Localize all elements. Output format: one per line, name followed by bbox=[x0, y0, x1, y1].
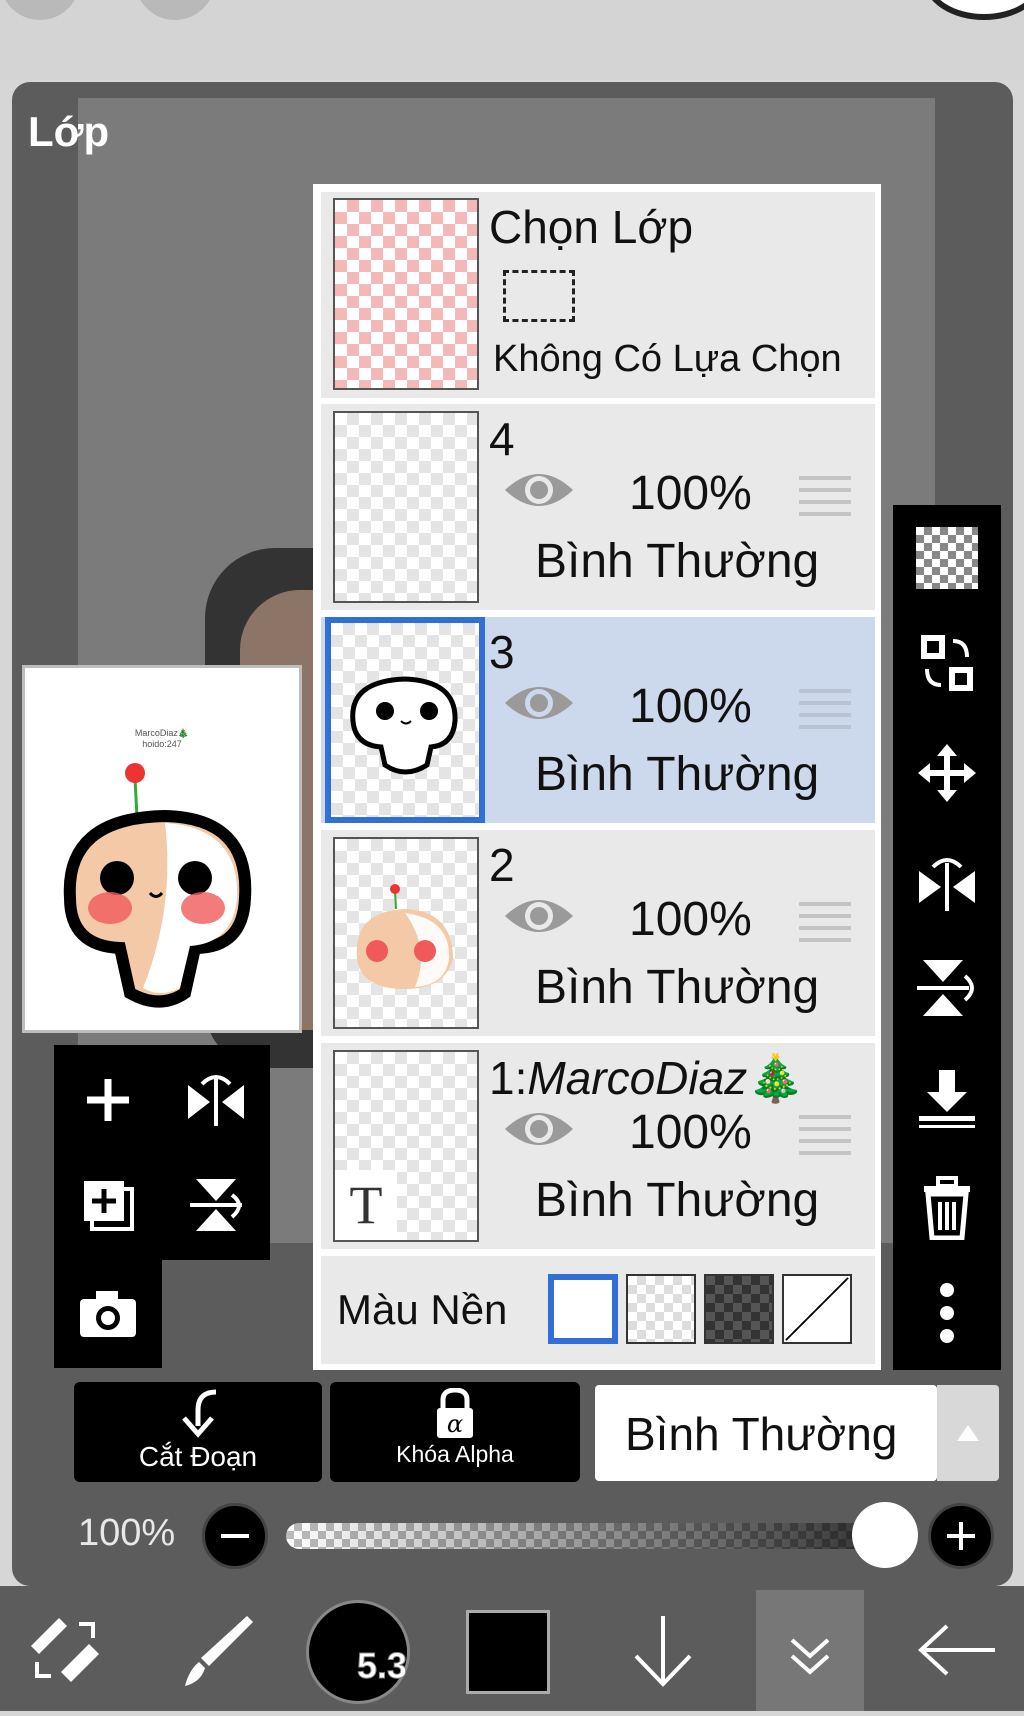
plus-icon bbox=[947, 1522, 975, 1550]
alpha-lock-button[interactable]: α Khóa Alpha bbox=[330, 1382, 580, 1482]
visibility-eye-icon[interactable] bbox=[503, 892, 575, 940]
selection-layer-row[interactable]: Chọn Lớp Không Có Lựa Chọn bbox=[321, 192, 875, 398]
layer-thumbnail: T bbox=[333, 1050, 479, 1242]
layer-3-artwork bbox=[350, 676, 458, 775]
layer-thumbnail bbox=[325, 617, 485, 823]
visibility-eye-icon[interactable] bbox=[503, 466, 575, 514]
flip-horizontal-icon[interactable] bbox=[162, 1050, 270, 1150]
visibility-eye-icon[interactable] bbox=[503, 1105, 575, 1153]
bg-transparent-swatch[interactable] bbox=[626, 1274, 696, 1344]
preview-text-name: MarcoDiaz🎄 bbox=[134, 728, 190, 738]
camera-icon[interactable] bbox=[54, 1264, 162, 1364]
drag-handle-icon[interactable] bbox=[799, 472, 851, 516]
layer-thumbnail bbox=[333, 411, 479, 603]
bg-none-swatch[interactable] bbox=[782, 1274, 852, 1344]
layer-name-prefix: 1: bbox=[489, 1052, 528, 1104]
swap-layer-icon[interactable] bbox=[893, 615, 1001, 711]
double-chevron-down-icon bbox=[790, 1638, 830, 1675]
background-color-row: Màu Nền bbox=[321, 1256, 875, 1364]
layer-row-selected[interactable]: 3 100% Bình Thường bbox=[321, 617, 875, 823]
arrow-down-icon[interactable] bbox=[608, 1600, 718, 1700]
trash-icon[interactable] bbox=[893, 1160, 1001, 1256]
duplicate-layer-icon[interactable] bbox=[54, 1155, 162, 1255]
clipping-button[interactable]: Cắt Đoạn bbox=[74, 1382, 322, 1482]
transparency-checker-icon[interactable] bbox=[893, 510, 1001, 606]
layer-thumbnail bbox=[333, 837, 479, 1029]
color-swatch-button[interactable] bbox=[466, 1610, 550, 1694]
selection-title: Chọn Lớp bbox=[489, 201, 694, 253]
layer-row[interactable]: 2 100% Bình Thường bbox=[321, 830, 875, 1036]
add-layer-icon[interactable] bbox=[54, 1050, 162, 1150]
blend-mode-select[interactable]: Bình Thường bbox=[595, 1385, 937, 1481]
preview-artwork bbox=[63, 763, 252, 1008]
layer-name-emoji: 🎄 bbox=[747, 1052, 805, 1104]
opacity-slider-thumb[interactable] bbox=[852, 1502, 918, 1568]
move-icon[interactable] bbox=[893, 725, 1001, 821]
alpha-lock-label: Khóa Alpha bbox=[396, 1441, 514, 1467]
drag-handle-icon[interactable] bbox=[799, 898, 851, 942]
clipping-label: Cắt Đoạn bbox=[138, 1441, 258, 1472]
selection-marquee-icon bbox=[503, 270, 575, 322]
merge-down-icon[interactable] bbox=[893, 1050, 1001, 1146]
layers-button-active[interactable] bbox=[756, 1590, 864, 1711]
drag-handle-icon[interactable] bbox=[799, 685, 851, 729]
tool-swap-icon[interactable] bbox=[10, 1600, 120, 1700]
layer-name: 2 bbox=[489, 839, 515, 891]
layer-opacity: 100% bbox=[629, 467, 752, 520]
layer-name: 1:MarcoDiaz🎄 bbox=[489, 1051, 804, 1106]
panel-title: Lớp bbox=[28, 108, 110, 155]
layer-name: 4 bbox=[489, 413, 515, 465]
opacity-slider-track[interactable] bbox=[286, 1523, 918, 1549]
brush-size-value: 5.3 bbox=[356, 1645, 407, 1687]
canvas-preview[interactable]: MarcoDiaz🎄 hoido:247 bbox=[22, 665, 302, 1033]
flip-vertical-icon[interactable] bbox=[162, 1155, 270, 1255]
text-layer-icon: T bbox=[335, 1170, 397, 1240]
visibility-eye-icon[interactable] bbox=[503, 679, 575, 727]
bg-white-swatch[interactable] bbox=[548, 1274, 618, 1344]
svg-text:α: α bbox=[447, 1410, 463, 1438]
minus-icon bbox=[221, 1534, 249, 1538]
brush-icon[interactable] bbox=[160, 1600, 270, 1700]
back-arrow-icon[interactable] bbox=[902, 1600, 1012, 1700]
layer-blend-mode: Bình Thường bbox=[535, 748, 820, 801]
blend-mode-value: Bình Thường bbox=[625, 1408, 898, 1460]
layer-name: 3 bbox=[489, 626, 515, 678]
caret-up-icon bbox=[957, 1425, 979, 1441]
selection-status: Không Có Lựa Chọn bbox=[493, 338, 842, 380]
opacity-increase-button[interactable] bbox=[928, 1503, 994, 1569]
layer-opacity: 100% bbox=[629, 1106, 752, 1159]
layer-opacity: 100% bbox=[629, 893, 752, 946]
drag-handle-icon[interactable] bbox=[799, 1111, 851, 1155]
bg-dark-swatch[interactable] bbox=[704, 1274, 774, 1344]
selection-thumbnail bbox=[333, 198, 479, 390]
brush-size-button[interactable]: 5.3 bbox=[306, 1600, 410, 1704]
opacity-decrease-button[interactable] bbox=[202, 1503, 268, 1569]
layer-name-italic: MarcoDiaz bbox=[527, 1052, 748, 1104]
layer-2-artwork bbox=[356, 884, 453, 989]
layer-blend-mode: Bình Thường bbox=[535, 961, 820, 1014]
layer-row[interactable]: 4 100% Bình Thường bbox=[321, 404, 875, 610]
blend-mode-dropdown-button[interactable] bbox=[937, 1385, 999, 1481]
flip-horizontal-icon[interactable] bbox=[893, 835, 1001, 931]
alpha-lock-icon: α bbox=[437, 1387, 473, 1438]
layer-blend-mode: Bình Thường bbox=[535, 535, 820, 588]
layer-opacity: 100% bbox=[629, 680, 752, 733]
more-options-icon[interactable] bbox=[893, 1265, 1001, 1361]
opacity-label: 100% bbox=[78, 1512, 176, 1554]
layer-blend-mode: Bình Thường bbox=[535, 1174, 820, 1227]
flip-vertical-icon[interactable] bbox=[893, 940, 1001, 1036]
layer-row[interactable]: T 1:MarcoDiaz🎄 100% Bình Thường bbox=[321, 1043, 875, 1249]
background-label: Màu Nền bbox=[337, 1286, 508, 1333]
clipping-icon bbox=[182, 1389, 217, 1438]
